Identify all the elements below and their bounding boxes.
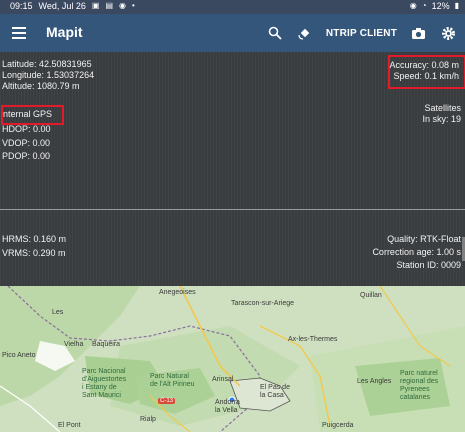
station-id: Station ID: 0009 bbox=[396, 260, 461, 270]
app-title: Mapit bbox=[46, 24, 83, 40]
search-icon[interactable] bbox=[266, 24, 284, 42]
map-view[interactable]: Anegeoises Tarascon-sur-Ariege Quillan L… bbox=[0, 286, 465, 432]
quality: Quality: RTK-Float bbox=[387, 234, 461, 244]
map-label-pn-aiguestortes: Parc Nacional d'Aiguestortes i Estany de… bbox=[82, 368, 127, 399]
latitude: Latitude: 42.50831965 bbox=[2, 59, 92, 69]
satellite-icon[interactable] bbox=[296, 24, 314, 42]
battery-level: 12% bbox=[431, 1, 450, 11]
status-bar: 09:15 Wed, Jul 26 ▣ ▤ ◉ • ◉ ◔ 12% ▮ bbox=[0, 0, 465, 14]
vrms: VRMS: 0.290 m bbox=[2, 248, 66, 258]
pdop: PDOP: 0.00 bbox=[2, 151, 51, 161]
status-time: 09:15 bbox=[10, 1, 33, 11]
map-label-quillan: Quillan bbox=[360, 292, 382, 299]
gps-source: nternal GPS bbox=[3, 109, 53, 119]
road-badge-c13: C-13 bbox=[158, 398, 176, 404]
app-actions: NTRIP CLIENT bbox=[266, 21, 457, 45]
battery-icon: ▮ bbox=[454, 1, 459, 10]
map-label-baqueira: Baqueira bbox=[92, 341, 121, 348]
wifi-icon: ◔ bbox=[421, 1, 427, 10]
status-date: Wed, Jul 26 bbox=[38, 1, 86, 11]
camera-icon[interactable] bbox=[409, 24, 427, 42]
map-label-ax: Ax-les-Thermes bbox=[288, 336, 338, 343]
location-icon: ◉ bbox=[119, 1, 127, 10]
media-icon: ▣ bbox=[91, 1, 100, 10]
map-label-vielha: Vielha bbox=[64, 341, 84, 348]
map-label-puigcerda: Puigcerda bbox=[322, 422, 354, 429]
accuracy: Accuracy: 0.08 m bbox=[389, 60, 459, 70]
map-label-pas-de-la-casa: El Pas de la Casa bbox=[260, 384, 290, 399]
vdop: VDOP: 0.00 bbox=[2, 138, 51, 148]
gear-icon[interactable] bbox=[439, 24, 457, 42]
app-bar: Mapit NTRIP CLIENT bbox=[0, 14, 465, 52]
map-label-andorra: Andorra la Vella bbox=[215, 399, 240, 414]
map-label-pico-aneto: Pico Aneto bbox=[2, 352, 36, 359]
hdop: HDOP: 0.00 bbox=[2, 124, 51, 134]
speed: Speed: 0.1 km/h bbox=[393, 71, 459, 81]
map-label-arinsal: Arinsal bbox=[212, 376, 234, 383]
map-label-rialp: Rialp bbox=[140, 416, 156, 423]
dot-icon: • bbox=[132, 1, 135, 10]
satellites-label: Satellites bbox=[424, 103, 461, 113]
location-pin-icon: ◉ bbox=[409, 1, 417, 10]
ntrip-client-button[interactable]: NTRIP CLIENT bbox=[326, 28, 397, 39]
longitude: Longitude: 1.53037264 bbox=[2, 70, 95, 80]
map-label-parc-pirineu: Parc Natural de l'Alt Pirineu bbox=[150, 373, 195, 388]
map-label-parc-pyrenees: Parc naturel regional des Pyrenees catal… bbox=[400, 370, 439, 401]
satellites-in-sky: In sky: 19 bbox=[422, 114, 461, 124]
gnss-info-panel: Latitude: 42.50831965 Longitude: 1.53037… bbox=[0, 52, 465, 286]
hrms: HRMS: 0.160 m bbox=[2, 234, 67, 244]
map-label-les-angles: Les Angles bbox=[357, 378, 392, 385]
map-label-el-pont: El Pont bbox=[58, 422, 81, 429]
menu-icon[interactable] bbox=[12, 24, 26, 42]
correction-age: Correction age: 1.00 s bbox=[372, 247, 461, 257]
map-label-tarascon: Tarascon-sur-Ariege bbox=[231, 300, 295, 307]
map-label-les: Les bbox=[52, 309, 64, 316]
map-label-anegeoises: Anegeoises bbox=[159, 289, 196, 296]
altitude: Altitude: 1080.79 m bbox=[2, 81, 80, 91]
gallery-icon: ▤ bbox=[105, 1, 114, 10]
divider bbox=[0, 209, 465, 210]
